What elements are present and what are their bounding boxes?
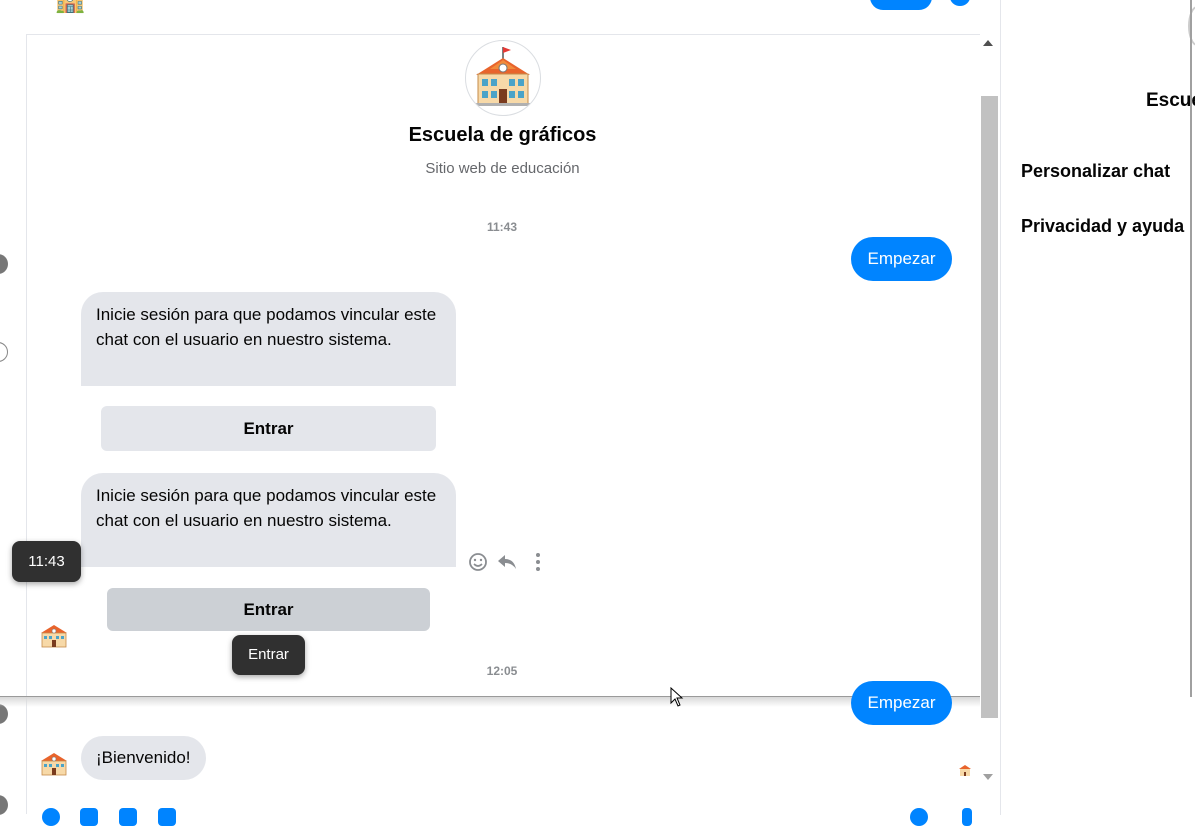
incoming-message[interactable]: ¡Bienvenido! (81, 736, 206, 780)
emoji-react-icon[interactable] (467, 551, 489, 573)
left-list-avatar[interactable] (0, 795, 8, 815)
left-list-avatar[interactable] (0, 254, 8, 274)
message-timestamp: 12:05 (486, 664, 518, 678)
add-icon[interactable] (42, 808, 60, 826)
more-options-icon[interactable] (527, 551, 549, 573)
header-action-button[interactable] (870, 0, 932, 10)
outgoing-message[interactable]: Empezar (851, 681, 952, 725)
school-avatar-icon (465, 40, 541, 116)
school-avatar-icon (38, 747, 70, 779)
left-list-avatar[interactable] (0, 342, 8, 362)
customize-chat-item[interactable]: Personalizar chat (1021, 161, 1170, 182)
school-avatar-icon (38, 619, 70, 651)
sticker-icon[interactable] (119, 808, 137, 826)
gallery-icon[interactable] (80, 808, 98, 826)
conversation-header (26, 0, 1000, 35)
incoming-message[interactable]: Inicie sesión para que podamos vincular … (81, 473, 456, 567)
conversation-info-panel (1000, 0, 1195, 815)
incoming-message[interactable]: Inicie sesión para que podamos vincular … (81, 292, 456, 386)
page-category: Sitio web de educación (425, 160, 580, 177)
info-panel-title: Escue (1146, 90, 1195, 111)
outgoing-message[interactable]: Empezar (851, 237, 952, 281)
window-right-edge (1190, 0, 1192, 697)
emoji-icon[interactable] (910, 808, 928, 826)
left-list-avatar[interactable] (0, 704, 8, 724)
timestamp-tooltip: 11:43 (12, 541, 81, 582)
scrollbar-thumb[interactable] (981, 96, 998, 718)
reply-icon[interactable] (496, 551, 518, 573)
button-tooltip: Entrar (232, 635, 305, 675)
scroll-down-arrow-icon[interactable] (983, 774, 993, 780)
page-name: Escuela de gráficos (408, 124, 597, 146)
scroll-up-arrow-icon[interactable] (983, 40, 993, 46)
like-icon[interactable] (962, 808, 972, 826)
login-button[interactable]: Entrar (107, 588, 430, 631)
login-button[interactable]: Entrar (101, 406, 436, 451)
header-avatar-icon[interactable]: 🏫 (48, 0, 92, 16)
mouse-cursor-icon (670, 687, 684, 707)
message-timestamp: 11:43 (486, 220, 518, 234)
privacy-help-item[interactable]: Privacidad y ayuda (1021, 216, 1184, 237)
gif-icon[interactable] (158, 808, 176, 826)
read-receipt-avatar-icon (958, 763, 972, 777)
